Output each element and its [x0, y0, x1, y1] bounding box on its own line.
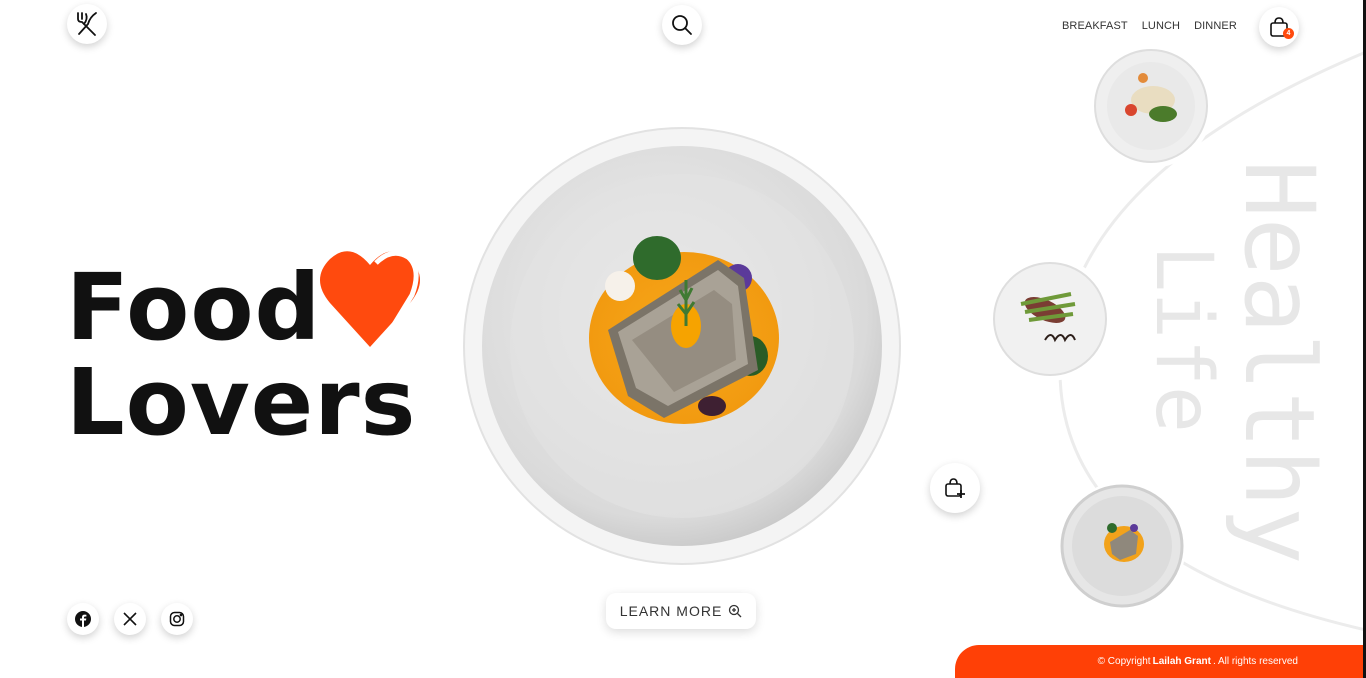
instagram-button[interactable]: [161, 603, 193, 635]
learn-more-label: LEARN MORE: [619, 603, 723, 619]
nav-dinner[interactable]: DINNER: [1194, 20, 1237, 32]
learn-more-button[interactable]: LEARN MORE: [606, 593, 756, 629]
headline-line2: Lovers: [66, 349, 417, 456]
copyright-name[interactable]: Lailah Grant: [1153, 656, 1211, 667]
search-icon: [672, 15, 692, 35]
facebook-icon: [75, 611, 91, 627]
hero-dish-image: [458, 122, 906, 570]
x-icon: [123, 612, 137, 626]
heart-icon: [320, 250, 420, 347]
side-dish-2-image[interactable]: [985, 254, 1115, 384]
bag-plus-icon: [945, 478, 965, 498]
instagram-icon: [169, 611, 185, 627]
copyright-footer: © Copyright Lailah Grant . All rights re…: [955, 645, 1366, 678]
zoom-icon: [729, 604, 742, 618]
side-text-life: Life: [1138, 245, 1228, 433]
search-button[interactable]: [662, 5, 702, 45]
cart-count-badge: 4: [1283, 28, 1294, 39]
nav-breakfast[interactable]: BREAKFAST: [1062, 20, 1128, 32]
fork-knife-icon: [77, 12, 97, 36]
copyright-prefix: © Copyright: [1097, 656, 1151, 667]
main-nav: BREAKFAST LUNCH DINNER: [1062, 20, 1237, 32]
side-text-healthy: Healthy: [1223, 160, 1335, 565]
headline-line1: Food: [66, 254, 322, 361]
logo-button[interactable]: [67, 4, 107, 44]
facebook-button[interactable]: [67, 603, 99, 635]
side-dish-1-image[interactable]: [1085, 44, 1217, 176]
side-dish-3-image[interactable]: [1054, 480, 1190, 616]
copyright-suffix: . All rights reserved: [1212, 656, 1298, 667]
nav-lunch[interactable]: LUNCH: [1142, 20, 1180, 32]
add-to-cart-button[interactable]: [930, 463, 980, 513]
x-button[interactable]: [114, 603, 146, 635]
